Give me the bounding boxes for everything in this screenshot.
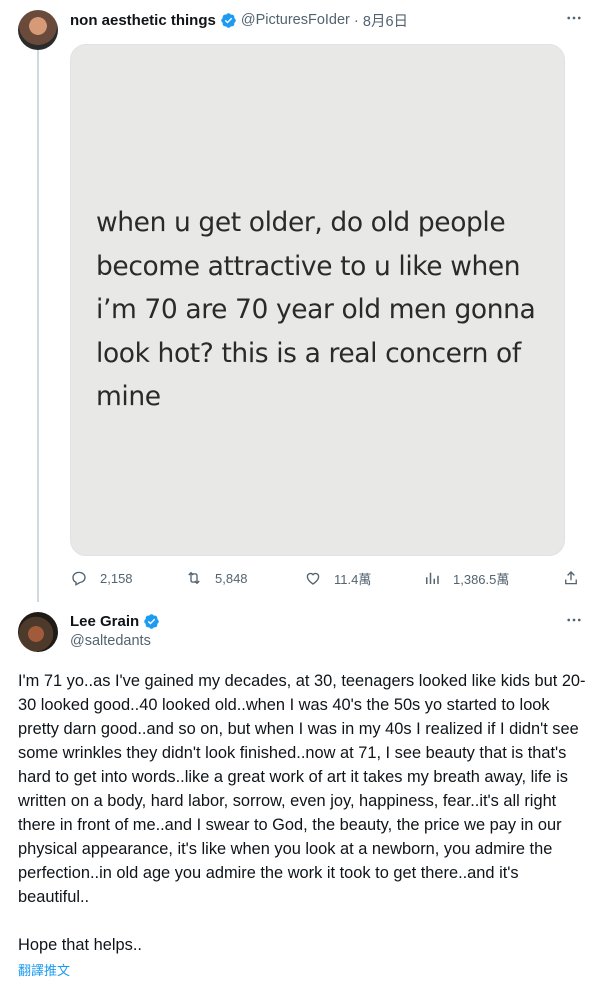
reply-header: Lee Grain @saltedants	[70, 611, 164, 649]
views-count: 1,386.5萬	[453, 571, 510, 587]
tweet-header: non aesthetic things @PicturesFoIder · 8…	[70, 10, 408, 30]
reply-paragraph: Hope that helps..	[18, 936, 142, 954]
retweet-icon	[188, 571, 200, 585]
author-name[interactable]: Lee Grain	[70, 613, 139, 630]
like-button[interactable]: 11.4萬	[304, 566, 371, 590]
verified-badge-icon	[221, 12, 236, 28]
reply-paragraph: I'm 71 yo..as I've gained my decades, at…	[18, 672, 586, 906]
tweet-actions: 2,158 5,848 11.4萬 1,386.5萬	[70, 566, 583, 590]
views-icon	[426, 572, 439, 584]
reply-count: 2,158	[100, 570, 133, 586]
verified-badge-icon	[144, 613, 159, 629]
author-handle[interactable]: @saltedants	[70, 633, 164, 649]
author-handle[interactable]: @PicturesFoIder	[241, 12, 350, 28]
reply-button[interactable]: 2,158	[70, 566, 133, 590]
share-icon	[565, 571, 577, 585]
retweet-count: 5,848	[215, 570, 248, 586]
share-button[interactable]	[562, 566, 592, 590]
more-icon[interactable]	[564, 8, 584, 28]
retweet-button[interactable]: 5,848	[185, 566, 248, 590]
thread-connector-line	[37, 50, 39, 602]
translate-link[interactable]: 翻譯推文	[18, 960, 70, 979]
separator-dot: ·	[353, 11, 359, 29]
reply-body: I'm 71 yo..as I've gained my decades, at…	[18, 669, 590, 957]
reply-icon	[72, 571, 86, 586]
image-caption-text: when u get older, do old people become a…	[96, 207, 536, 412]
like-count: 11.4萬	[334, 571, 372, 587]
author-name[interactable]: non aesthetic things	[70, 12, 216, 29]
more-icon[interactable]	[564, 610, 584, 630]
like-icon	[306, 572, 320, 585]
avatar[interactable]	[18, 10, 58, 50]
tweet-date[interactable]: 8月6日	[363, 10, 408, 31]
tweet-image[interactable]: when u get older, do old people become a…	[70, 44, 565, 556]
views-button[interactable]: 1,386.5萬	[423, 566, 509, 590]
avatar[interactable]	[18, 612, 58, 652]
